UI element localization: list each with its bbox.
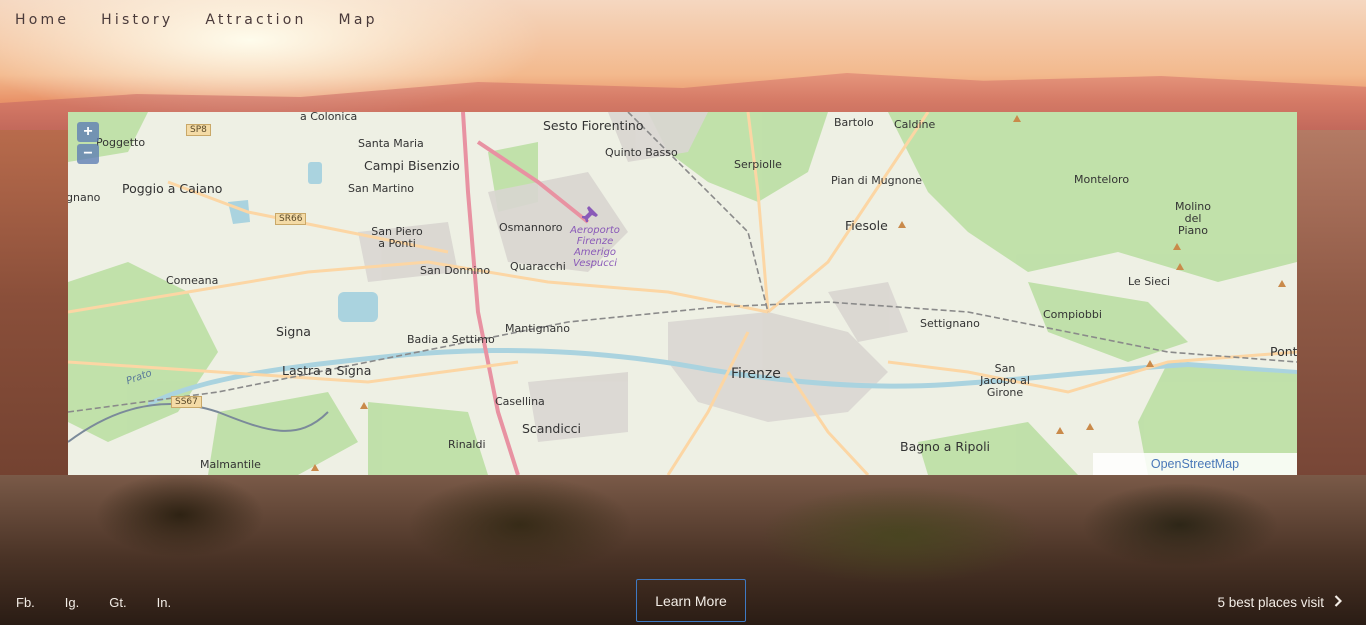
map-label-badia: Badia a Settimo — [407, 333, 495, 346]
map-label-molino: Molino del Piano — [1174, 200, 1212, 237]
social-facebook-link[interactable]: Fb. — [16, 595, 35, 610]
map-label-firenze: Firenze — [731, 366, 781, 382]
map-label-poggetto: Poggetto — [96, 136, 146, 149]
map-label-sr66: SR66 — [275, 213, 307, 225]
map-label-quinto-basso: Quinto Basso — [605, 146, 678, 159]
map-label-aeroporto: Aeroporto Firenze Amerigo Vespucci — [570, 225, 620, 269]
next-page-link[interactable]: 5 best places visit — [1217, 594, 1343, 610]
openstreetmap-link[interactable]: OpenStreetMap — [1151, 457, 1239, 471]
map-label-malmantile: Malmantile — [200, 458, 261, 471]
map-label-mantignano: Mantignano — [505, 322, 570, 335]
map-label-osmannoro: Osmannoro — [499, 221, 563, 234]
map-label-compiobbi: Compiobbi — [1043, 308, 1102, 321]
social-links: Fb. Ig. Gt. In. — [16, 595, 201, 610]
map-label-serpiolle: Serpiolle — [734, 158, 782, 171]
learn-more-button[interactable]: Learn More — [636, 579, 746, 622]
map-label-poggio: Poggio a Caiano — [122, 181, 223, 196]
map-label-quaracchi: Quaracchi — [510, 260, 566, 273]
map-label-pontas: Pontas — [1270, 344, 1297, 359]
chevron-right-icon — [1334, 594, 1343, 610]
next-page-label: 5 best places visit — [1217, 594, 1324, 610]
footer-bar: Fb. Ig. Gt. In. Learn More 5 best places… — [0, 578, 1366, 625]
nav-map[interactable]: Map — [339, 12, 378, 28]
map-label-san-martino: San Martino — [348, 182, 415, 195]
social-github-link[interactable]: Gt. — [109, 595, 126, 610]
map-label-san-donnino: San Donnino — [420, 264, 491, 277]
zoom-out-button[interactable]: − — [77, 144, 99, 164]
map-label-sp8: SP8 — [186, 124, 211, 136]
map-label-le-sieci: Le Sieci — [1128, 275, 1171, 288]
nav-home[interactable]: Home — [15, 12, 69, 28]
map-tiles — [68, 112, 1297, 475]
map-label-signa: Signa — [276, 324, 311, 339]
map-label-monteloro: Monteloro — [1074, 173, 1130, 186]
map-label-casellina: Casellina — [495, 395, 545, 408]
map-label-settignano: Settignano — [920, 317, 980, 330]
map-label-san-piero: San Piero a Ponti — [371, 225, 423, 250]
map-label-bartolo: Bartolo — [834, 116, 874, 129]
map-view[interactable]: a Colonica SP8 Poggetto Sesto Fiorentino… — [68, 112, 1297, 475]
nav-attraction[interactable]: Attraction — [205, 12, 306, 28]
zoom-in-button[interactable]: + — [77, 122, 99, 142]
map-attribution: OpenStreetMap — [1093, 453, 1297, 475]
map-label-ss67: SS67 — [171, 396, 202, 408]
social-instagram-link[interactable]: Ig. — [65, 595, 79, 610]
map-label-campi: Campi Bisenzio — [364, 158, 460, 173]
map-label-rinaldi: Rinaldi — [448, 438, 486, 451]
map-label-lastra: Lastra a Signa — [282, 363, 372, 378]
map-label-comeana: Comeana — [166, 274, 219, 287]
map-label-sesto: Sesto Fiorentino — [543, 118, 644, 133]
map-label-bagno: Bagno a Ripoli — [900, 439, 991, 454]
map-label-colonica: a Colonica — [300, 112, 358, 123]
map-label-san-jacopo: San Jacopo al Girone — [980, 362, 1030, 399]
map-zoom-control: + − — [77, 122, 100, 164]
map-label-fiesole: Fiesole — [845, 218, 888, 233]
map-label-scandicci: Scandicci — [522, 421, 582, 436]
map-label-gnano: gnano — [68, 191, 101, 204]
nav-history[interactable]: History — [101, 12, 173, 28]
top-navigation: Home History Attraction Map — [15, 12, 410, 28]
map-label-santa-maria: Santa Maria — [358, 137, 424, 150]
social-linkedin-link[interactable]: In. — [157, 595, 171, 610]
map-label-caldine: Caldine — [894, 118, 936, 131]
map-label-pian-mugnone: Pian di Mugnone — [831, 174, 923, 187]
